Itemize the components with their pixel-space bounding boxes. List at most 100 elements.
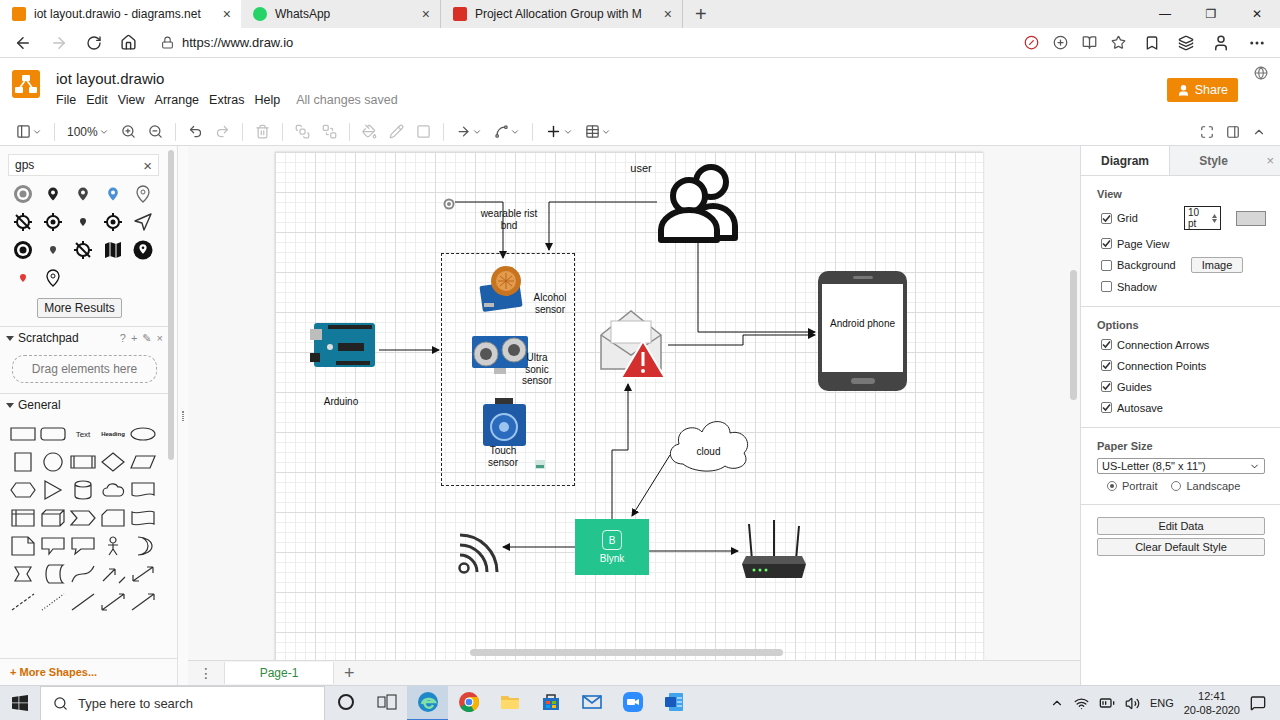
network-icon[interactable]: [1074, 696, 1089, 711]
tab-close-button[interactable]: ×: [223, 6, 231, 22]
to-front-icon[interactable]: [295, 124, 310, 139]
checkbox[interactable]: [1101, 238, 1112, 249]
option-label[interactable]: Background: [1117, 259, 1176, 271]
option-label[interactable]: Grid: [1117, 212, 1173, 224]
gps-icon[interactable]: [443, 198, 455, 210]
view-toggle[interactable]: [16, 124, 42, 139]
cloud-label[interactable]: cloud: [663, 446, 754, 457]
diagram-label[interactable]: Touch sensor: [479, 445, 527, 468]
ellipse-shape-icon[interactable]: [129, 423, 157, 445]
cube-shape-icon[interactable]: [39, 507, 67, 529]
line-shape-icon[interactable]: [69, 591, 97, 613]
canvas-horizontal-scrollbar[interactable]: [470, 649, 783, 656]
task-view-icon[interactable]: [377, 694, 397, 710]
undo-icon[interactable]: [188, 124, 203, 139]
clock[interactable]: 12:4120-08-2020: [1184, 689, 1240, 718]
gps-shape-icon[interactable]: [13, 184, 33, 204]
paper-size-select[interactable]: US-Letter (8,5" x 11"): [1097, 458, 1265, 474]
arduino-node[interactable]: [310, 315, 377, 375]
hexagon-shape-icon[interactable]: [9, 479, 37, 501]
person-node[interactable]: [657, 160, 741, 244]
actor-shape-icon[interactable]: [99, 535, 127, 557]
scratchpad-header[interactable]: Scratchpad?+✎×: [0, 326, 169, 349]
windows-logo-icon[interactable]: [12, 695, 28, 711]
window-control-button[interactable]: —: [1142, 0, 1188, 28]
gps-shape-icon[interactable]: [103, 240, 123, 260]
connector[interactable]: [612, 384, 628, 519]
process-shape-icon[interactable]: [69, 451, 97, 473]
text-node[interactable]: user: [621, 162, 661, 178]
connector[interactable]: [379, 350, 439, 351]
gps-shape-icon[interactable]: [43, 240, 63, 260]
gps-shape-icon[interactable]: [73, 240, 93, 260]
document-title[interactable]: iot layout.drawio: [56, 70, 398, 87]
cloud-node[interactable]: cloud: [663, 414, 754, 473]
store-icon[interactable]: [540, 691, 562, 713]
gps-shape-icon[interactable]: [103, 212, 123, 232]
moon-shape-icon[interactable]: [129, 535, 157, 557]
add-page-button[interactable]: +: [344, 663, 355, 684]
heading-shape[interactable]: Heading: [101, 431, 125, 437]
arrowD-shape-icon[interactable]: [99, 563, 127, 585]
general-header[interactable]: General: [0, 393, 169, 416]
callout-shape-icon[interactable]: [39, 535, 67, 557]
phone-label[interactable]: Android phone: [817, 318, 908, 329]
diagram-page[interactable]: userwearable rist bndAlcohol sensorUltra…: [275, 152, 983, 660]
search-clear-button[interactable]: ×: [143, 157, 152, 174]
favorites-icon[interactable]: [1144, 35, 1160, 51]
dashed-shape-icon[interactable]: [9, 591, 37, 613]
blynk-node[interactable]: BBlynk: [575, 519, 649, 575]
home-icon[interactable]: [120, 34, 137, 51]
window-control-button[interactable]: ✕: [1234, 0, 1280, 28]
to-front-button[interactable]: [295, 124, 310, 139]
touch-node[interactable]: [481, 398, 528, 448]
touch-sensor-icon[interactable]: [481, 398, 528, 448]
table-icon[interactable]: [585, 124, 600, 139]
gps-shape-icon[interactable]: [43, 184, 63, 204]
task-view-button[interactable]: [366, 686, 407, 720]
internal-shape-icon[interactable]: [9, 507, 37, 529]
trash-icon[interactable]: [255, 124, 270, 139]
checkbox[interactable]: [1101, 339, 1112, 350]
diagram-label[interactable]: Alcohol sensor: [526, 292, 574, 315]
pencil-icon[interactable]: [389, 124, 404, 139]
forward-button[interactable]: [50, 34, 68, 52]
more-icon[interactable]: [1248, 34, 1266, 52]
taskbar-app[interactable]: [489, 686, 530, 720]
speech-shape-icon[interactable]: [69, 535, 97, 557]
zoom-out-button[interactable]: [148, 124, 163, 139]
cloud-icon[interactable]: [663, 414, 754, 473]
profile-icon[interactable]: [1212, 34, 1230, 52]
data-shape-icon[interactable]: [9, 563, 37, 585]
page-tab[interactable]: Page-1: [224, 662, 334, 684]
favorites-button[interactable]: [1144, 35, 1160, 51]
connection-icon[interactable]: [456, 124, 471, 139]
format-panel-icon[interactable]: [1226, 125, 1240, 139]
canvas[interactable]: userwearable rist bndAlcohol sensorUltra…: [188, 146, 1080, 660]
tab-close-button[interactable]: ×: [664, 6, 672, 22]
canvas-vertical-scrollbar[interactable]: [1070, 270, 1077, 400]
taskbar-search[interactable]: Type here to search: [40, 686, 325, 720]
fill-button[interactable]: [362, 124, 377, 139]
diagram-label[interactable]: user: [621, 162, 661, 175]
text-node[interactable]: Ultra sonic sensor: [515, 352, 559, 390]
checkbox[interactable]: [1101, 260, 1112, 271]
menu-item[interactable]: Arrange: [155, 93, 199, 107]
gps-shape-icon[interactable]: [133, 212, 153, 232]
dotted-shape-icon[interactable]: [39, 591, 67, 613]
plus-icon[interactable]: [545, 123, 562, 140]
menu-item[interactable]: Extras: [209, 93, 244, 107]
scratchpad-drop-zone[interactable]: Drag elements here: [12, 355, 157, 383]
collections-button[interactable]: [1178, 35, 1194, 51]
connector[interactable]: [549, 202, 657, 250]
redo-button[interactable]: [215, 124, 230, 139]
tab-close-button[interactable]: ×: [422, 6, 430, 22]
ultrasonic-node[interactable]: [470, 328, 530, 376]
file-explorer-icon[interactable]: [499, 691, 521, 713]
word-icon[interactable]: [663, 691, 685, 713]
connector[interactable]: [632, 455, 670, 516]
browser-tab[interactable]: WhatsApp×: [241, 0, 441, 28]
checkbox[interactable]: [1101, 213, 1112, 224]
zoom-out-icon[interactable]: [148, 124, 163, 139]
tape2-shape-icon[interactable]: [39, 563, 67, 585]
